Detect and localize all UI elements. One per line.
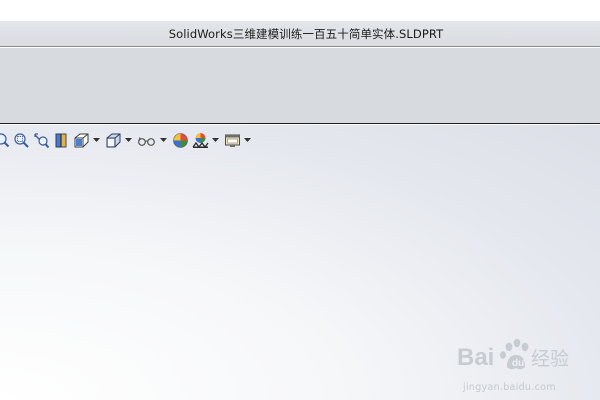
svg-text:经验: 经验 xyxy=(531,348,569,370)
previous-view-icon[interactable] xyxy=(33,132,50,149)
edit-appearance-icon[interactable] xyxy=(172,132,189,149)
top-strip xyxy=(0,0,600,21)
hide-show-items-icon[interactable] xyxy=(137,132,157,149)
title-bar: SolidWorks三维建模训练一百五十简单实体.SLDPRT xyxy=(0,21,600,47)
window-title: SolidWorks三维建模训练一百五十简单实体.SLDPRT xyxy=(168,26,444,41)
display-style-dropdown-icon[interactable] xyxy=(124,132,132,149)
view-orientation-dropdown-icon[interactable] xyxy=(92,132,100,149)
baidu-jingyan-watermark: Bai du 经验 jingyan.baidu.com xyxy=(455,333,595,393)
zoom-to-fit-icon[interactable] xyxy=(0,132,10,149)
view-settings-icon[interactable] xyxy=(224,132,241,149)
zoom-to-area-icon[interactable] xyxy=(13,132,30,149)
display-style-icon[interactable] xyxy=(105,132,122,149)
watermark-url: jingyan.baidu.com xyxy=(463,382,556,393)
baidu-jingyan-logo: Bai du 经验 xyxy=(457,338,569,371)
view-orientation-icon[interactable] xyxy=(73,132,90,149)
section-view-icon[interactable] xyxy=(53,132,70,149)
apply-scene-dropdown-icon[interactable] xyxy=(211,132,219,149)
svg-text:du: du xyxy=(512,358,524,369)
apply-scene-icon[interactable] xyxy=(192,132,209,149)
svg-text:Bai: Bai xyxy=(457,344,494,371)
heads-up-view-toolbar xyxy=(0,128,256,152)
view-settings-dropdown-icon[interactable] xyxy=(243,132,251,149)
command-manager-ribbon xyxy=(0,48,600,124)
hide-show-dropdown-icon[interactable] xyxy=(159,132,167,149)
